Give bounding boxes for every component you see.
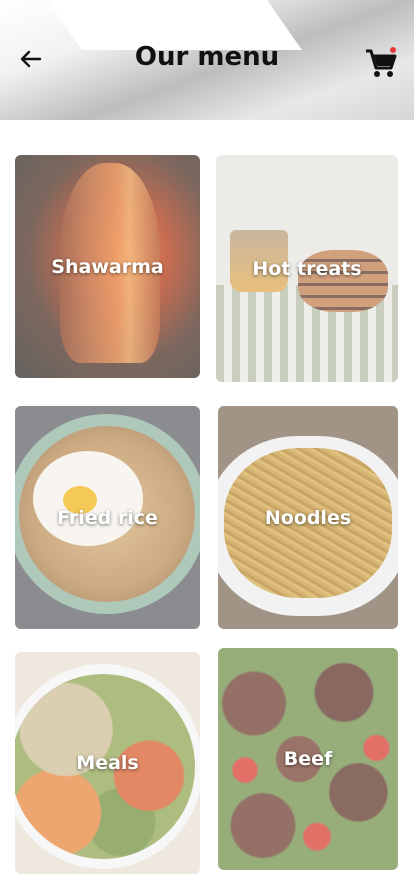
cart-button[interactable] — [364, 46, 398, 80]
menu-card-label: Fried rice — [57, 506, 158, 529]
app-header: Our menu — [0, 0, 414, 120]
menu-card-noodles[interactable]: Noodles — [218, 406, 398, 629]
menu-card-shawarma[interactable]: Shawarma — [15, 155, 200, 378]
menu-card-fried-rice[interactable]: Fried rice — [15, 406, 200, 629]
menu-card-label: Meals — [76, 752, 139, 774]
menu-card-label: Noodles — [264, 506, 352, 529]
menu-card-label: Shawarma — [51, 255, 164, 278]
menu-card-label: Beef — [283, 748, 333, 770]
menu-card-label: Hot treats — [252, 257, 362, 280]
menu-card-meals[interactable]: Meals — [15, 652, 200, 874]
menu-card-beef[interactable]: Beef — [218, 648, 398, 870]
menu-card-hot-treats[interactable]: Hot treats — [216, 155, 398, 382]
cart-badge — [390, 47, 396, 53]
page-title: Our menu — [134, 42, 280, 72]
